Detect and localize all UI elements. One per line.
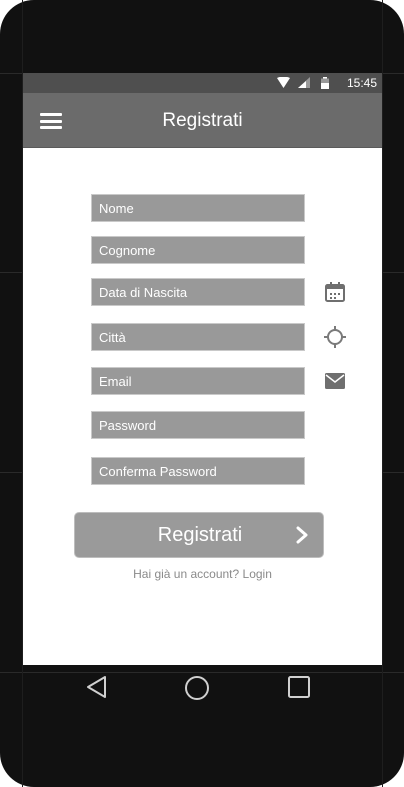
citta-field[interactable] [91, 323, 305, 351]
recent-apps-icon[interactable] [288, 676, 310, 698]
frame-divider [0, 672, 404, 673]
data-nascita-field[interactable] [91, 278, 305, 306]
email-envelope-icon[interactable] [324, 370, 346, 392]
frame-divider [382, 0, 383, 787]
chevron-right-icon [296, 526, 308, 544]
status-bar: 15:45 [23, 73, 382, 93]
page-title: Registrati [162, 110, 243, 131]
login-link[interactable]: Hai già un account? Login [23, 567, 382, 581]
calendar-icon[interactable] [324, 281, 346, 303]
nome-field[interactable] [91, 194, 305, 222]
wifi-icon [277, 77, 290, 88]
email-field[interactable] [91, 367, 305, 395]
registrati-button[interactable]: Registrati [74, 512, 324, 558]
conferma-password-field[interactable] [91, 457, 305, 485]
back-icon[interactable] [86, 675, 108, 699]
password-field[interactable] [91, 411, 305, 439]
home-icon[interactable] [184, 675, 210, 701]
cellular-signal-icon [298, 77, 310, 88]
app-bar: Registrati [23, 93, 382, 148]
location-target-icon[interactable] [324, 326, 346, 348]
status-time: 15:45 [346, 76, 377, 90]
phone-frame: 15:45 Registrati Nome Cognome Data di Na… [0, 0, 404, 787]
registrati-button-label: Registrati [157, 524, 243, 546]
cognome-field[interactable] [91, 236, 305, 264]
app-screen: 15:45 Registrati Nome Cognome Data di Na… [23, 73, 382, 665]
battery-icon [321, 77, 329, 89]
